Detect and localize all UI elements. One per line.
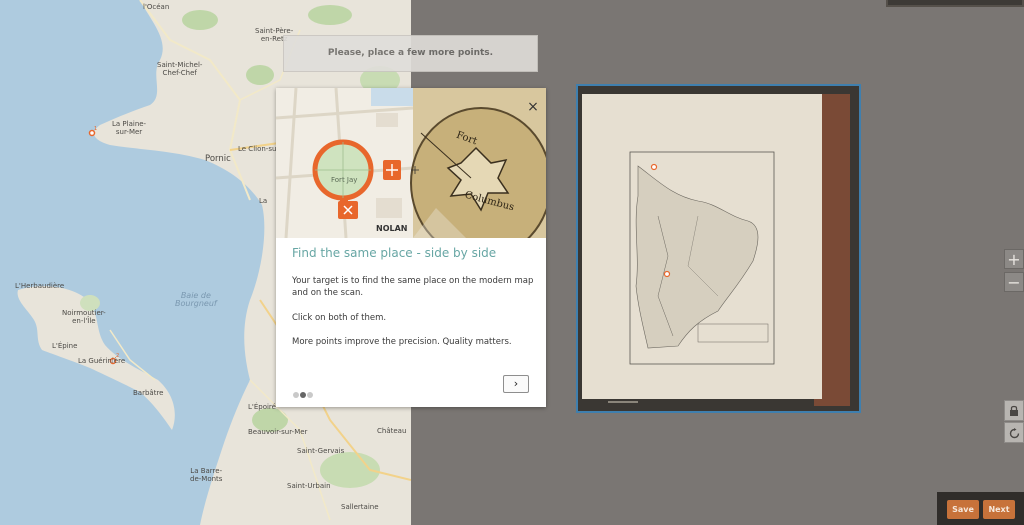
close-icon[interactable]: × xyxy=(526,100,540,114)
pager-dot-active[interactable] xyxy=(300,392,306,398)
map-label-barbatre: Barbâtre xyxy=(133,389,164,397)
illustration-canvas xyxy=(276,88,546,238)
map-label-sallertaine: Sallertaine xyxy=(341,503,379,511)
map-label-beauvoir: Beauvoir-sur-Mer xyxy=(248,428,308,436)
zoom-out-button[interactable]: − xyxy=(1004,272,1024,292)
scan-canvas xyxy=(578,86,859,411)
map-label-pornic: Pornic xyxy=(205,154,231,164)
illustration-street-label: NOLAN xyxy=(376,224,408,233)
scan-image[interactable] xyxy=(576,84,861,413)
map-point-label-2: 2 xyxy=(116,353,120,359)
illustration-map-label: Fort Jay xyxy=(331,176,358,184)
lock-icon[interactable] xyxy=(1004,400,1024,421)
map-label-chateau: Château xyxy=(377,427,407,435)
map-label-la: La xyxy=(259,197,268,205)
tutorial-illustration: Fort Jay NOLAN Fort Columbus xyxy=(276,88,546,238)
pager-dot[interactable] xyxy=(307,392,313,398)
lock-icon-shape xyxy=(1010,405,1018,416)
zoom-in-button[interactable]: + xyxy=(1004,249,1024,269)
hint-message: Please, place a few more points. xyxy=(283,35,538,72)
map-label-saint-urbain: Saint-Urbain xyxy=(287,482,331,490)
save-button[interactable]: Save xyxy=(947,500,979,519)
tutorial-dialog: Fort Jay NOLAN Fort Columbus × Find the … xyxy=(276,88,546,407)
rotate-icon-shape xyxy=(1009,428,1019,439)
tutorial-next-button[interactable]: › xyxy=(503,375,529,393)
map-point-label-1: 1 xyxy=(94,126,98,132)
map-label-noirmoutier: Noirmoutier- en-l'Île xyxy=(62,309,106,325)
minimap-edge xyxy=(886,0,1024,7)
map-label-saint-michel: Saint-Michel- Chef-Chef xyxy=(157,61,203,77)
map-label-la-barre: La Barre- de-Monts xyxy=(190,467,223,483)
tutorial-title: Find the same place - side by side xyxy=(292,246,497,260)
pager-dot[interactable] xyxy=(293,392,299,398)
tutorial-paragraph-3: More points improve the precision. Quali… xyxy=(292,337,512,347)
rotate-icon[interactable] xyxy=(1004,422,1024,443)
tutorial-paragraph-2: Click on both of them. xyxy=(292,313,387,323)
map-label-saint-gervais: Saint-Gervais xyxy=(297,447,345,455)
map-label-lepine: L'Épine xyxy=(52,342,78,350)
map-label-le-clion: Le Clion-su xyxy=(238,145,277,153)
tutorial-paragraph-1: Your target is to find the same place on… xyxy=(292,276,534,298)
next-button[interactable]: Next xyxy=(983,500,1015,519)
map-label-lepoire: L'Époiré xyxy=(248,403,276,411)
map-label-baie: Baie de Bourgneuf xyxy=(175,291,217,308)
map-label-lherbaudiere: L'Herbaudière xyxy=(15,282,65,290)
map-label-la-plaine: La Plaine- sur-Mer xyxy=(112,120,147,136)
map-label-ocean: l'Océan xyxy=(143,3,170,11)
pager-dots xyxy=(293,383,314,398)
